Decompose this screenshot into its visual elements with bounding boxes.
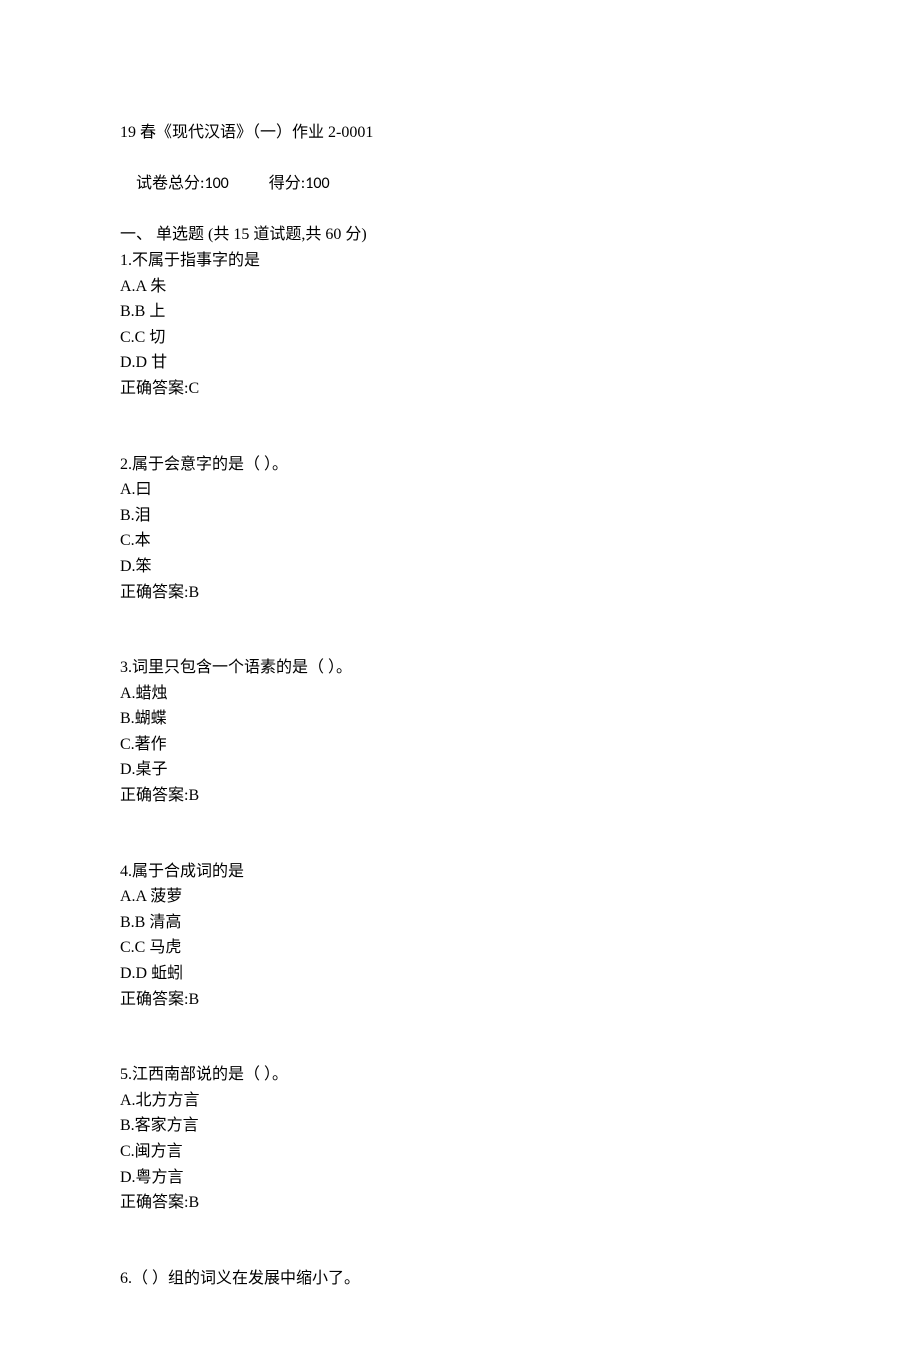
document-page: 19 春《现代汉语》（一）作业 2-0001 试卷总分:100得分:100 一、… xyxy=(0,0,920,1351)
question-option: D.笨 xyxy=(120,554,800,580)
question-stem: 3.词里只包含一个语素的是（ ）。 xyxy=(120,655,800,681)
question-answer: 正确答案:B xyxy=(120,580,800,606)
score-got-value: 100 xyxy=(305,174,329,193)
question-option: B.B 清高 xyxy=(120,910,800,936)
question-stem: 5.江西南部说的是（ ）。 xyxy=(120,1062,800,1088)
question-stem: 2.属于会意字的是（ ）。 xyxy=(120,452,800,478)
question-stem: 4.属于合成词的是 xyxy=(120,859,800,885)
question-option: C.C 切 xyxy=(120,325,800,351)
question-option: A.北方方言 xyxy=(120,1088,800,1114)
question-option: C.C 马虎 xyxy=(120,935,800,961)
question-answer: 正确答案:B xyxy=(120,1190,800,1216)
question-option: B.B 上 xyxy=(120,299,800,325)
score-total-value: 100 xyxy=(204,174,228,193)
question-option: A.蜡烛 xyxy=(120,681,800,707)
score-total-label: 试卷总分: xyxy=(136,175,204,192)
question-answer: 正确答案:B xyxy=(120,783,800,809)
question-answer: 正确答案:C xyxy=(120,376,800,402)
question-option: C.本 xyxy=(120,528,800,554)
question-option: D.桌子 xyxy=(120,757,800,783)
title-line: 19 春《现代汉语》（一）作业 2-0001 xyxy=(120,120,800,146)
question-stem: 6.（ ）组的词义在发展中缩小了。 xyxy=(120,1266,800,1292)
score-got-label: 得分: xyxy=(269,175,305,192)
question-option: A.曰 xyxy=(120,477,800,503)
question-option: D.D 甘 xyxy=(120,350,800,376)
question-answer: 正确答案:B xyxy=(120,987,800,1013)
score-line: 试卷总分:100得分:100 xyxy=(120,146,800,223)
question-option: D.D 蚯蚓 xyxy=(120,961,800,987)
question-option: D.粤方言 xyxy=(120,1165,800,1191)
question-option: A.A 菠萝 xyxy=(120,884,800,910)
section-header: 一、 单选题 (共 15 道试题,共 60 分) xyxy=(120,222,800,248)
question-stem: 1.不属于指事字的是 xyxy=(120,248,800,274)
question-option: B.蝴蝶 xyxy=(120,706,800,732)
question-option: C.闽方言 xyxy=(120,1139,800,1165)
question-option: B.泪 xyxy=(120,503,800,529)
question-option: A.A 朱 xyxy=(120,274,800,300)
question-option: B.客家方言 xyxy=(120,1113,800,1139)
question-option: C.著作 xyxy=(120,732,800,758)
